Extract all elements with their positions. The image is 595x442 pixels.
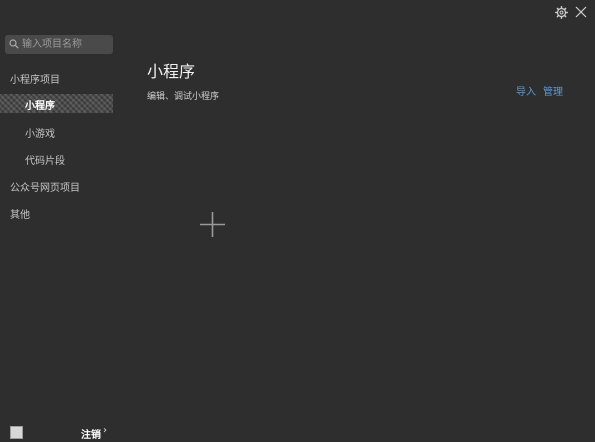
app-window: 小程序项目 小程序 小游戏 代码片段 公众号网页项目 其他 注销 › 小程序 编… — [0, 0, 595, 442]
import-button[interactable]: 导入 — [516, 83, 536, 98]
chevron-right-icon: › — [103, 425, 107, 436]
close-icon[interactable] — [574, 5, 588, 19]
page-subtitle: 编辑、调试小程序 — [147, 92, 220, 102]
search-input[interactable] — [22, 35, 110, 54]
sidebar-item-label: 小程序 — [25, 101, 55, 112]
sidebar-item-minigame[interactable]: 小游戏 — [25, 125, 55, 140]
sidebar-group-other[interactable]: 其他 — [10, 206, 30, 221]
sidebar-item-miniprogram[interactable]: 小程序 — [0, 94, 113, 113]
logout-button[interactable]: 注销 — [81, 426, 101, 441]
page-title: 小程序 — [147, 62, 196, 81]
search-box[interactable] — [5, 35, 113, 54]
manage-button[interactable]: 管理 — [543, 83, 563, 98]
sidebar-group-miniprogram[interactable]: 小程序项目 — [10, 71, 60, 86]
sidebar-group-official-account-web[interactable]: 公众号网页项目 — [10, 179, 80, 194]
avatar[interactable] — [10, 426, 23, 439]
sidebar-item-code-snippets[interactable]: 代码片段 — [25, 152, 65, 167]
sidebar: 小程序项目 小程序 小游戏 代码片段 公众号网页项目 其他 注销 › — [0, 0, 120, 442]
search-icon — [9, 39, 19, 49]
plus-icon[interactable] — [199, 211, 226, 238]
gear-icon[interactable] — [555, 6, 568, 19]
